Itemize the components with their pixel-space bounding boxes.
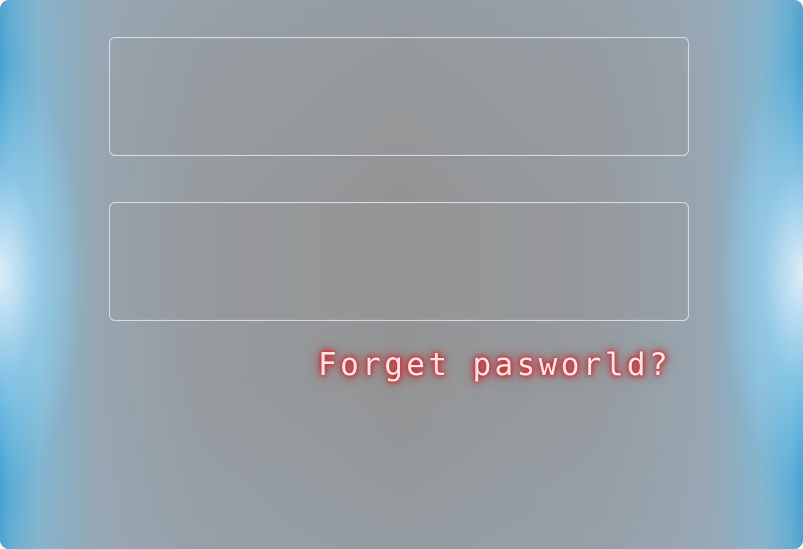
password-field-box[interactable] <box>109 202 689 321</box>
username-input[interactable] <box>110 38 688 155</box>
username-field-box[interactable] <box>109 37 689 156</box>
forgot-password-link[interactable]: Forget pasworld? <box>318 342 689 388</box>
password-input[interactable] <box>110 203 688 320</box>
login-panel: Forget pasworld? <box>0 0 803 549</box>
